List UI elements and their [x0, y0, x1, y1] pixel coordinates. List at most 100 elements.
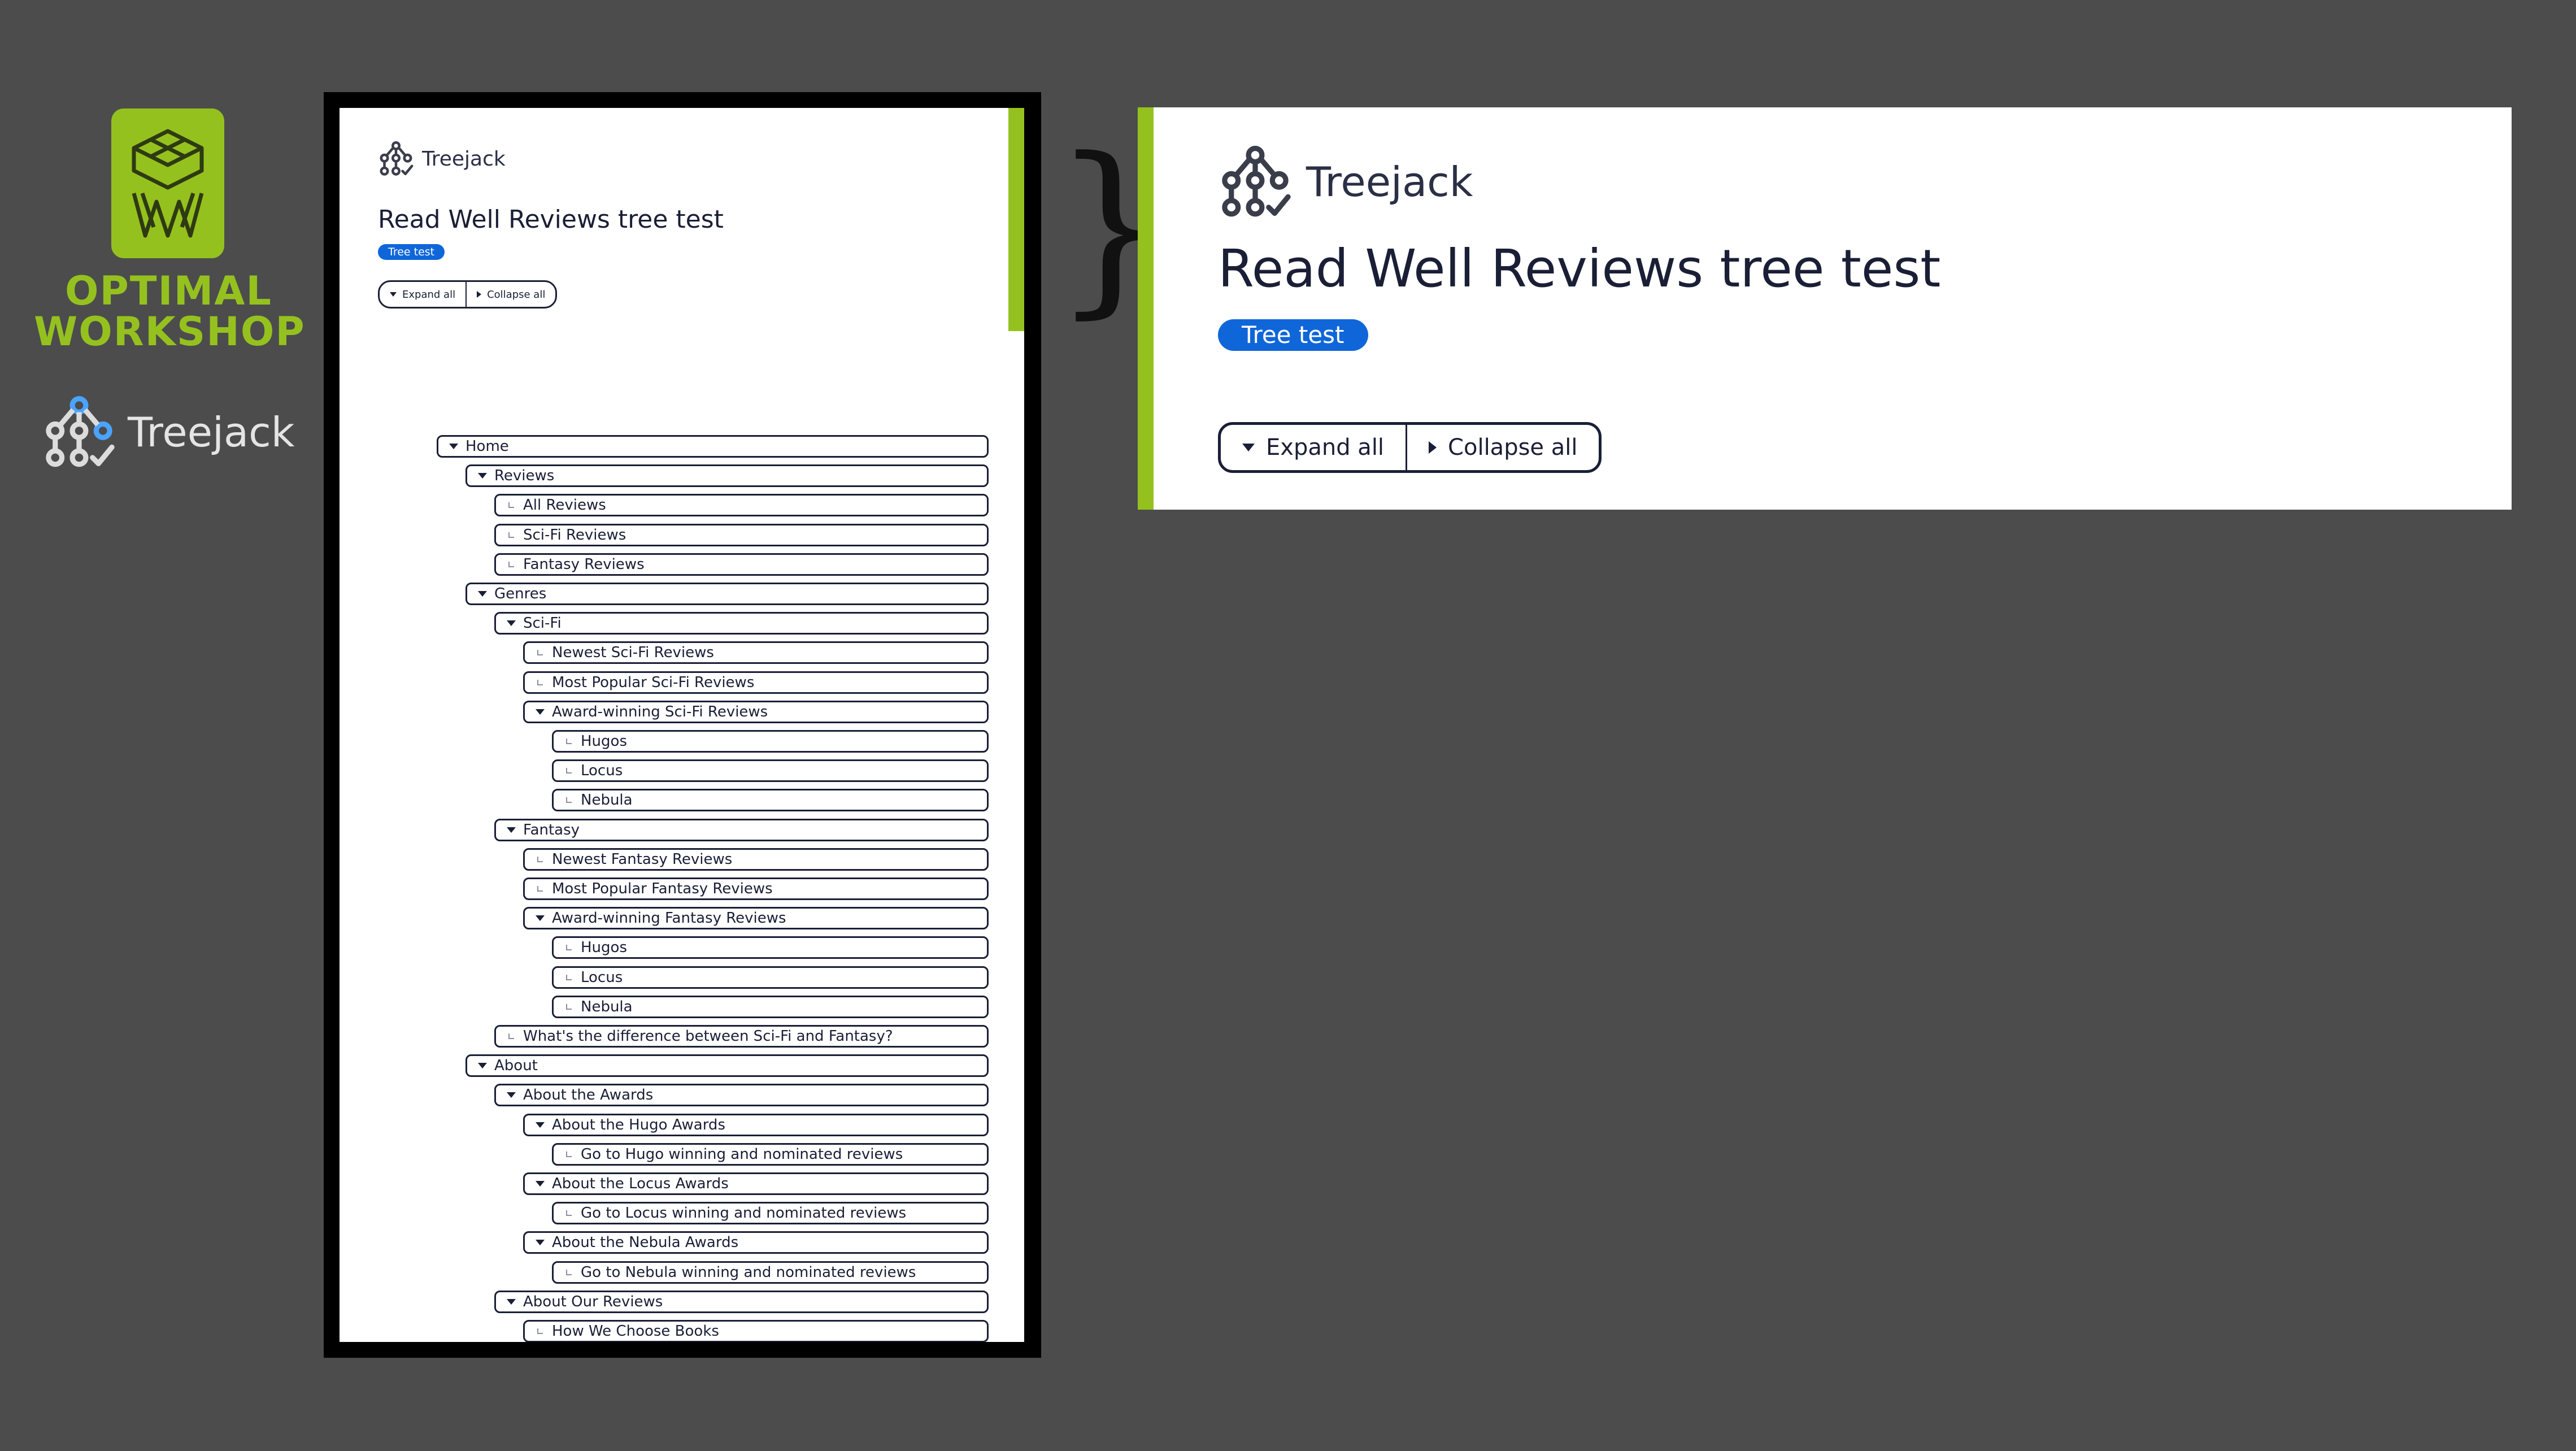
tree-branch-node[interactable]: Home [437, 435, 989, 458]
expand-toggle-icon [449, 442, 458, 450]
leaf-marker-icon [536, 1327, 544, 1335]
zoom-accent-bar [1138, 107, 1154, 510]
brand-company-line1: OPTIMAL [64, 268, 273, 314]
tree-leaf-node[interactable]: Go to Nebula winning and nominated revie… [552, 1261, 989, 1284]
tree-leaf-node[interactable]: Nebula [552, 789, 989, 811]
tree-node-label: Award-winning Fantasy Reviews [552, 910, 786, 927]
tree-leaf-node[interactable]: Hugos [552, 936, 989, 959]
tree-node-label: Nebula [581, 998, 633, 1015]
leaf-marker-icon [536, 679, 544, 687]
tree-node-label: Reviews [494, 467, 555, 484]
tree-leaf-node[interactable]: Hugos [552, 730, 989, 753]
tree-node-label: Hugos [581, 939, 627, 956]
tree-node-label: How We Choose Books [552, 1323, 719, 1340]
phone-frame: Treejack Read Well Reviews tree test Tre… [324, 92, 1041, 1358]
leaf-marker-icon [507, 501, 515, 509]
zoom-panel: Treejack Read Well Reviews tree test Tre… [1138, 107, 2512, 510]
tree-node-label: Newest Fantasy Reviews [552, 851, 733, 868]
zoom-study-badge: Tree test [1218, 319, 1368, 351]
tree-leaf-node[interactable]: Newest Fantasy Reviews [523, 848, 989, 871]
tree-node-label: Fantasy [523, 822, 580, 839]
treejack-icon [46, 396, 115, 467]
tree-node-label: Go to Nebula winning and nominated revie… [581, 1264, 916, 1281]
side-product-logo: Treejack [42, 394, 294, 470]
tree-branch-node[interactable]: Sci-Fi [494, 612, 989, 635]
caret-right-icon [1429, 441, 1437, 454]
tree-branch-node[interactable]: About [465, 1054, 989, 1077]
leaf-marker-icon [565, 974, 573, 981]
tree-leaf-node[interactable]: Locus [552, 759, 989, 782]
tree-branch-node[interactable]: Award-winning Sci-Fi Reviews [523, 701, 989, 723]
treejack-icon [1218, 145, 1293, 219]
tree-node-label: Most Popular Sci-Fi Reviews [552, 674, 755, 691]
leaf-marker-icon [507, 561, 515, 568]
tree-node-label: Go to Locus winning and nominated review… [581, 1205, 907, 1222]
tree-branch-node[interactable]: Fantasy [494, 819, 989, 841]
tree-node-label: Locus [581, 969, 623, 986]
phone-screen: Treejack Read Well Reviews tree test Tre… [340, 108, 1024, 1342]
tree-leaf-node[interactable]: What's the difference between Sci-Fi and… [494, 1025, 989, 1048]
leaf-marker-icon [565, 767, 573, 775]
tree-leaf-node[interactable]: Most Popular Sci-Fi Reviews [523, 671, 989, 694]
tree-branch-node[interactable]: About the Hugo Awards [523, 1114, 989, 1136]
tree-node-label: About Our Reviews [523, 1293, 663, 1310]
expand-toggle-icon [478, 590, 487, 598]
tree-node-label: About the Nebula Awards [552, 1234, 739, 1251]
expand-toggle-icon [507, 1298, 516, 1306]
leaf-marker-icon [565, 1268, 573, 1276]
tree-branch-node[interactable]: About the Awards [494, 1084, 989, 1106]
leaf-marker-icon [536, 885, 544, 893]
expand-toggle-icon [507, 619, 516, 627]
leaf-marker-icon [565, 1003, 573, 1011]
tree-leaf-node[interactable]: All Reviews [494, 494, 989, 516]
tree-leaf-node[interactable]: Sci-Fi Reviews [494, 524, 989, 546]
tree-leaf-node[interactable]: Fantasy Reviews [494, 553, 989, 576]
tree-node-label: Newest Sci-Fi Reviews [552, 644, 714, 661]
tree-node-label: What's the difference between Sci-Fi and… [523, 1028, 893, 1045]
tree-branch-node[interactable]: About the Nebula Awards [523, 1231, 989, 1254]
tree-list: Home Reviews All Reviews Sci-Fi Reviews Fant… [340, 108, 1024, 1342]
zoom-expand-all-label: Expand all [1266, 435, 1385, 461]
expand-toggle-icon [507, 1091, 516, 1099]
expand-toggle-icon [478, 1062, 487, 1070]
tree-branch-node[interactable]: About the Locus Awards [523, 1172, 989, 1195]
tree-branch-node[interactable]: About Our Reviews [494, 1291, 989, 1313]
tree-branch-node[interactable]: Genres [465, 583, 989, 605]
tree-leaf-node[interactable]: Newest Sci-Fi Reviews [523, 641, 989, 664]
tree-leaf-node[interactable]: How We Choose Books [523, 1320, 989, 1342]
tree-node-label: Fantasy Reviews [523, 556, 645, 573]
tree-node-label: Sci-Fi Reviews [523, 527, 626, 544]
leaf-marker-icon [565, 796, 573, 804]
expand-toggle-icon [507, 826, 516, 834]
tree-node-label: About the Locus Awards [552, 1175, 729, 1192]
tree-node-label: About the Hugo Awards [552, 1117, 725, 1133]
tree-leaf-node[interactable]: Go to Hugo winning and nominated reviews [552, 1143, 989, 1166]
tree-node-label: Home [465, 438, 509, 455]
expand-toggle-icon [536, 1239, 545, 1246]
tree-leaf-node[interactable]: Go to Locus winning and nominated review… [552, 1202, 989, 1224]
expand-toggle-icon [536, 1180, 545, 1188]
tree-node-label: About the Awards [523, 1087, 654, 1104]
optimal-workshop-logo-icon [111, 108, 224, 258]
tree-leaf-node[interactable]: Locus [552, 966, 989, 989]
zoom-study-title: Read Well Reviews tree test [1218, 238, 1941, 299]
zoom-tree-controls: Expand all Collapse all [1218, 422, 1602, 473]
tree-leaf-node[interactable]: Nebula [552, 996, 989, 1018]
tree-leaf-node[interactable]: Most Popular Fantasy Reviews [523, 877, 989, 900]
expand-toggle-icon [536, 708, 545, 716]
tree-branch-node[interactable]: Reviews [465, 464, 989, 487]
leaf-marker-icon [565, 1209, 573, 1217]
zoom-app-header: Treejack [1218, 145, 1473, 219]
zoom-collapse-all-button[interactable]: Collapse all [1406, 425, 1599, 470]
leaf-marker-icon [565, 1150, 573, 1158]
tree-branch-node[interactable]: Award-winning Fantasy Reviews [523, 907, 989, 929]
side-product-name: Treejack [128, 408, 295, 456]
tree-node-label: Nebula [581, 792, 633, 809]
tree-node-label: Sci-Fi [523, 615, 562, 632]
tree-node-label: Most Popular Fantasy Reviews [552, 880, 773, 897]
tree-node-label: All Reviews [523, 497, 606, 514]
tree-node-label: Genres [494, 585, 547, 602]
tree-node-label: Go to Hugo winning and nominated reviews [581, 1146, 903, 1163]
zoom-expand-all-button[interactable]: Expand all [1221, 425, 1406, 470]
leaf-marker-icon [565, 737, 573, 745]
